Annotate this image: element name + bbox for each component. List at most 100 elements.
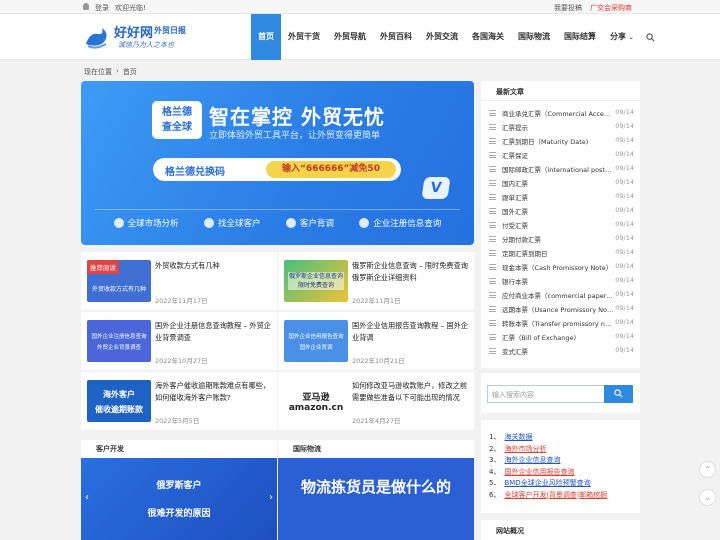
resource-link[interactable]: 海外市场分析 <box>504 444 546 454</box>
article-title[interactable]: 国外企业注册信息查询教程 – 外贸企业背景调查 <box>155 320 271 344</box>
latest-article-title[interactable]: 跟单汇票 <box>502 192 614 202</box>
site-logo[interactable]: 好好网 外贸日报 诚信乃为人之本也 <box>84 22 204 54</box>
latest-article-item[interactable]: 定期汇票到期日 09/14 <box>489 248 634 260</box>
resource-link[interactable]: 国外企业信用报告查询 <box>504 467 574 477</box>
nav-customs[interactable]: 各国海关 <box>465 14 511 60</box>
latest-article-item[interactable]: 国外汇票 09/14 <box>489 206 634 218</box>
latest-article-title[interactable]: 国内汇票 <box>502 178 614 188</box>
latest-article-title[interactable]: 银行本票 <box>502 276 614 286</box>
resource-link-item[interactable]: 6、 全球客户开发|背景调查|邮箱挖掘 <box>489 490 607 500</box>
breadcrumb-prefix[interactable]: 现在位置 <box>84 67 112 77</box>
section-image[interactable]: 物流拣货员是做什么的 <box>278 458 474 540</box>
section-image[interactable]: 俄罗斯客户 很难开发的原因 ‹ › <box>81 458 277 540</box>
banner-link-registry[interactable]: 企业注册信息查询 <box>359 217 441 229</box>
article-title[interactable]: 外贸收款方式有几种 <box>155 260 271 272</box>
search-toggle[interactable] <box>641 14 661 60</box>
latest-article-title[interactable]: 应付商业本票（commercial paper payable） <box>502 290 614 300</box>
latest-article-item[interactable]: 国际邮政汇票（international postal money order）… <box>489 164 634 176</box>
article-thumbnail[interactable]: 俄罗斯企业信息查询 限时免费查询 <box>284 260 348 302</box>
search-input[interactable]: 输入搜索内容 <box>487 385 605 403</box>
latest-article-item[interactable]: 银行本票 09/14 <box>489 276 634 288</box>
latest-article-title[interactable]: 分期付款汇票 <box>502 234 614 244</box>
article-title[interactable]: 如何修改亚马逊收款账户，修改之前需要做些准备以下可能出现的情况 <box>352 380 468 404</box>
latest-article-item[interactable]: 转账本票（Transfer promissory note） 09/14 <box>489 318 634 330</box>
banner-link-market[interactable]: 全球市场分析 <box>113 217 179 229</box>
purchase-link[interactable]: 广交会采购商 <box>590 3 632 13</box>
article-thumbnail[interactable]: 国外企业注册信息查询 外贸企业背景调查 <box>87 320 151 362</box>
article-card[interactable]: 推荐阅读 外贸收款方式有几种 外贸收款方式有几种 2022年11月17日 <box>81 252 277 310</box>
article-card[interactable]: 国外企业信用报告查询 国外企业背调 国外企业信用报告查询教程 – 国外企业背调 … <box>278 312 474 370</box>
latest-article-item[interactable]: 分期付款汇票 09/14 <box>489 234 634 246</box>
latest-article-item[interactable]: 国内汇票 09/14 <box>489 178 634 190</box>
carousel-next-button[interactable]: › <box>269 492 273 503</box>
latest-article-title[interactable]: 汇票提示 <box>502 122 614 132</box>
banner-subtitle: 立即体验外贸工具平台，让外贸变得更简单 <box>209 131 381 141</box>
article-card[interactable]: 俄罗斯企业信息查询 限时免费查询 俄罗斯企业信息查询 – 限时免费查询俄罗斯企业… <box>278 252 474 310</box>
nav-logistics[interactable]: 国际物流 <box>511 14 557 60</box>
resource-link-item[interactable]: 3、 海外企业信息查询 <box>489 455 560 465</box>
nav-trade-wiki[interactable]: 外贸百科 <box>373 14 419 60</box>
latest-article-title[interactable]: 远期本票（Usance Promissory Note） <box>502 304 614 314</box>
article-card[interactable]: 国外企业注册信息查询 外贸企业背景调查 国外企业注册信息查询教程 – 外贸企业背… <box>81 312 277 370</box>
latest-article-item[interactable]: 汇票（Bill of Exchange) 09/14 <box>489 332 634 344</box>
scroll-top-button[interactable]: ⌃ <box>699 461 716 478</box>
contribute-link[interactable]: 我要投稿 <box>554 3 582 13</box>
latest-article-item[interactable]: 跟单汇票 09/14 <box>489 192 634 204</box>
article-thumbnail[interactable]: 海外客户 催收逾期账款 <box>87 380 151 422</box>
article-card[interactable]: 海外客户 催收逾期账款 海外客户催收逾期账款难点有哪些，如何催收海外客户账款? … <box>81 372 277 430</box>
resource-link-number: 5、 <box>489 479 501 487</box>
site-overview-title: 网站概况 <box>481 520 640 540</box>
nav-trade-forum[interactable]: 外贸交流 <box>419 14 465 60</box>
latest-article-item[interactable]: 远期本票（Usance Promissory Note） 09/14 <box>489 304 634 316</box>
latest-article-item[interactable]: 现金本票（Cash Promissory Note） 09/14 <box>489 262 634 274</box>
resource-link[interactable]: 全球客户开发|背景调查|邮箱挖掘 <box>504 490 607 500</box>
banner-link-customers[interactable]: 找全球客户 <box>204 217 261 229</box>
resource-link[interactable]: BMD全球企业风险预警查询 <box>504 478 590 488</box>
latest-article-title[interactable]: 商业承兑汇票（Commercial Acceptance Bill） <box>502 108 614 118</box>
resource-link-item[interactable]: 5、 BMD全球企业风险预警查询 <box>489 478 591 488</box>
latest-article-item[interactable]: 汇票提示 09/14 <box>489 122 634 134</box>
resource-link-number: 4、 <box>489 467 501 476</box>
latest-article-title[interactable]: 付受汇票 <box>502 220 614 230</box>
article-thumbnail[interactable]: 推荐阅读 外贸收款方式有几种 <box>87 260 151 302</box>
latest-article-title[interactable]: 定期汇票到期日 <box>502 248 614 258</box>
latest-article-item[interactable]: 变式汇票 09/14 <box>489 346 634 358</box>
article-date: 2021年4月27日 <box>352 417 401 425</box>
article-card[interactable]: 亚马逊 amazon.cn 如何修改亚马逊收款账户，修改之前需要做些准备以下可能… <box>278 372 474 430</box>
nav-settlement[interactable]: 国际结算 <box>557 14 603 60</box>
scroll-down-button[interactable]: ⌄ <box>699 489 716 506</box>
latest-article-title[interactable]: 国外汇票 <box>502 206 614 216</box>
nav-trade-guide[interactable]: 外贸导航 <box>327 14 373 60</box>
latest-article-title[interactable]: 现金本票（Cash Promissory Note） <box>502 262 614 272</box>
article-title[interactable]: 国外企业信用报告查询教程 – 国外企业背调 <box>352 320 468 344</box>
latest-article-title[interactable]: 汇票（Bill of Exchange) <box>502 332 614 342</box>
resource-link[interactable]: 海外企业信息查询 <box>504 455 560 465</box>
article-thumbnail[interactable]: 国外企业信用报告查询 国外企业背调 <box>284 320 348 362</box>
nav-share[interactable]: 分享 ⌄ <box>603 14 641 60</box>
search-button[interactable] <box>604 385 633 403</box>
latest-article-title[interactable]: 汇票保证 <box>502 150 614 160</box>
promo-banner[interactable]: 格兰德 查全球 智在掌控 外贸无忧 立即体验外贸工具平台，让外贸变得更简单 格兰… <box>81 81 474 245</box>
latest-article-title[interactable]: 转账本票（Transfer promissory note） <box>502 318 614 328</box>
login-link[interactable]: 登录 <box>95 3 109 13</box>
nav-home[interactable]: 首页 <box>251 14 281 60</box>
article-thumbnail[interactable]: 亚马逊 amazon.cn <box>284 380 348 422</box>
banner-link-background[interactable]: 客户背调 <box>285 217 334 229</box>
article-title[interactable]: 海外客户催收逾期账款难点有哪些，如何催收海外客户账款? <box>155 380 271 404</box>
chevron-up-icon: ⌃ <box>704 465 711 474</box>
latest-article-item[interactable]: 汇票到期日（Maturity Date) 09/14 <box>489 136 634 148</box>
latest-article-title[interactable]: 国际邮政汇票（international postal money order） <box>502 164 614 174</box>
resource-link-item[interactable]: 4、 国外企业信用报告查询 <box>489 467 574 477</box>
carousel-prev-button[interactable]: ‹ <box>85 492 89 503</box>
latest-article-title[interactable]: 变式汇票 <box>502 346 614 356</box>
latest-article-item[interactable]: 应付商业本票（commercial paper payable）09/14 <box>489 290 634 302</box>
latest-article-title[interactable]: 汇票到期日（Maturity Date) <box>502 136 614 146</box>
latest-article-item[interactable]: 商业承兑汇票（Commercial Acceptance Bill）09/14 <box>489 108 634 120</box>
resource-link-item[interactable]: 2、 海外市场分析 <box>489 444 546 454</box>
latest-article-item[interactable]: 付受汇票 09/14 <box>489 220 634 232</box>
nav-trade-tips[interactable]: 外贸干货 <box>281 14 327 60</box>
latest-article-item[interactable]: 汇票保证 09/14 <box>489 150 634 162</box>
resource-link[interactable]: 海关数据 <box>504 432 532 442</box>
article-title[interactable]: 俄罗斯企业信息查询 – 限时免费查询俄罗斯企业详细资料 <box>352 260 468 284</box>
resource-link-item[interactable]: 1、 海关数据 <box>489 432 532 442</box>
